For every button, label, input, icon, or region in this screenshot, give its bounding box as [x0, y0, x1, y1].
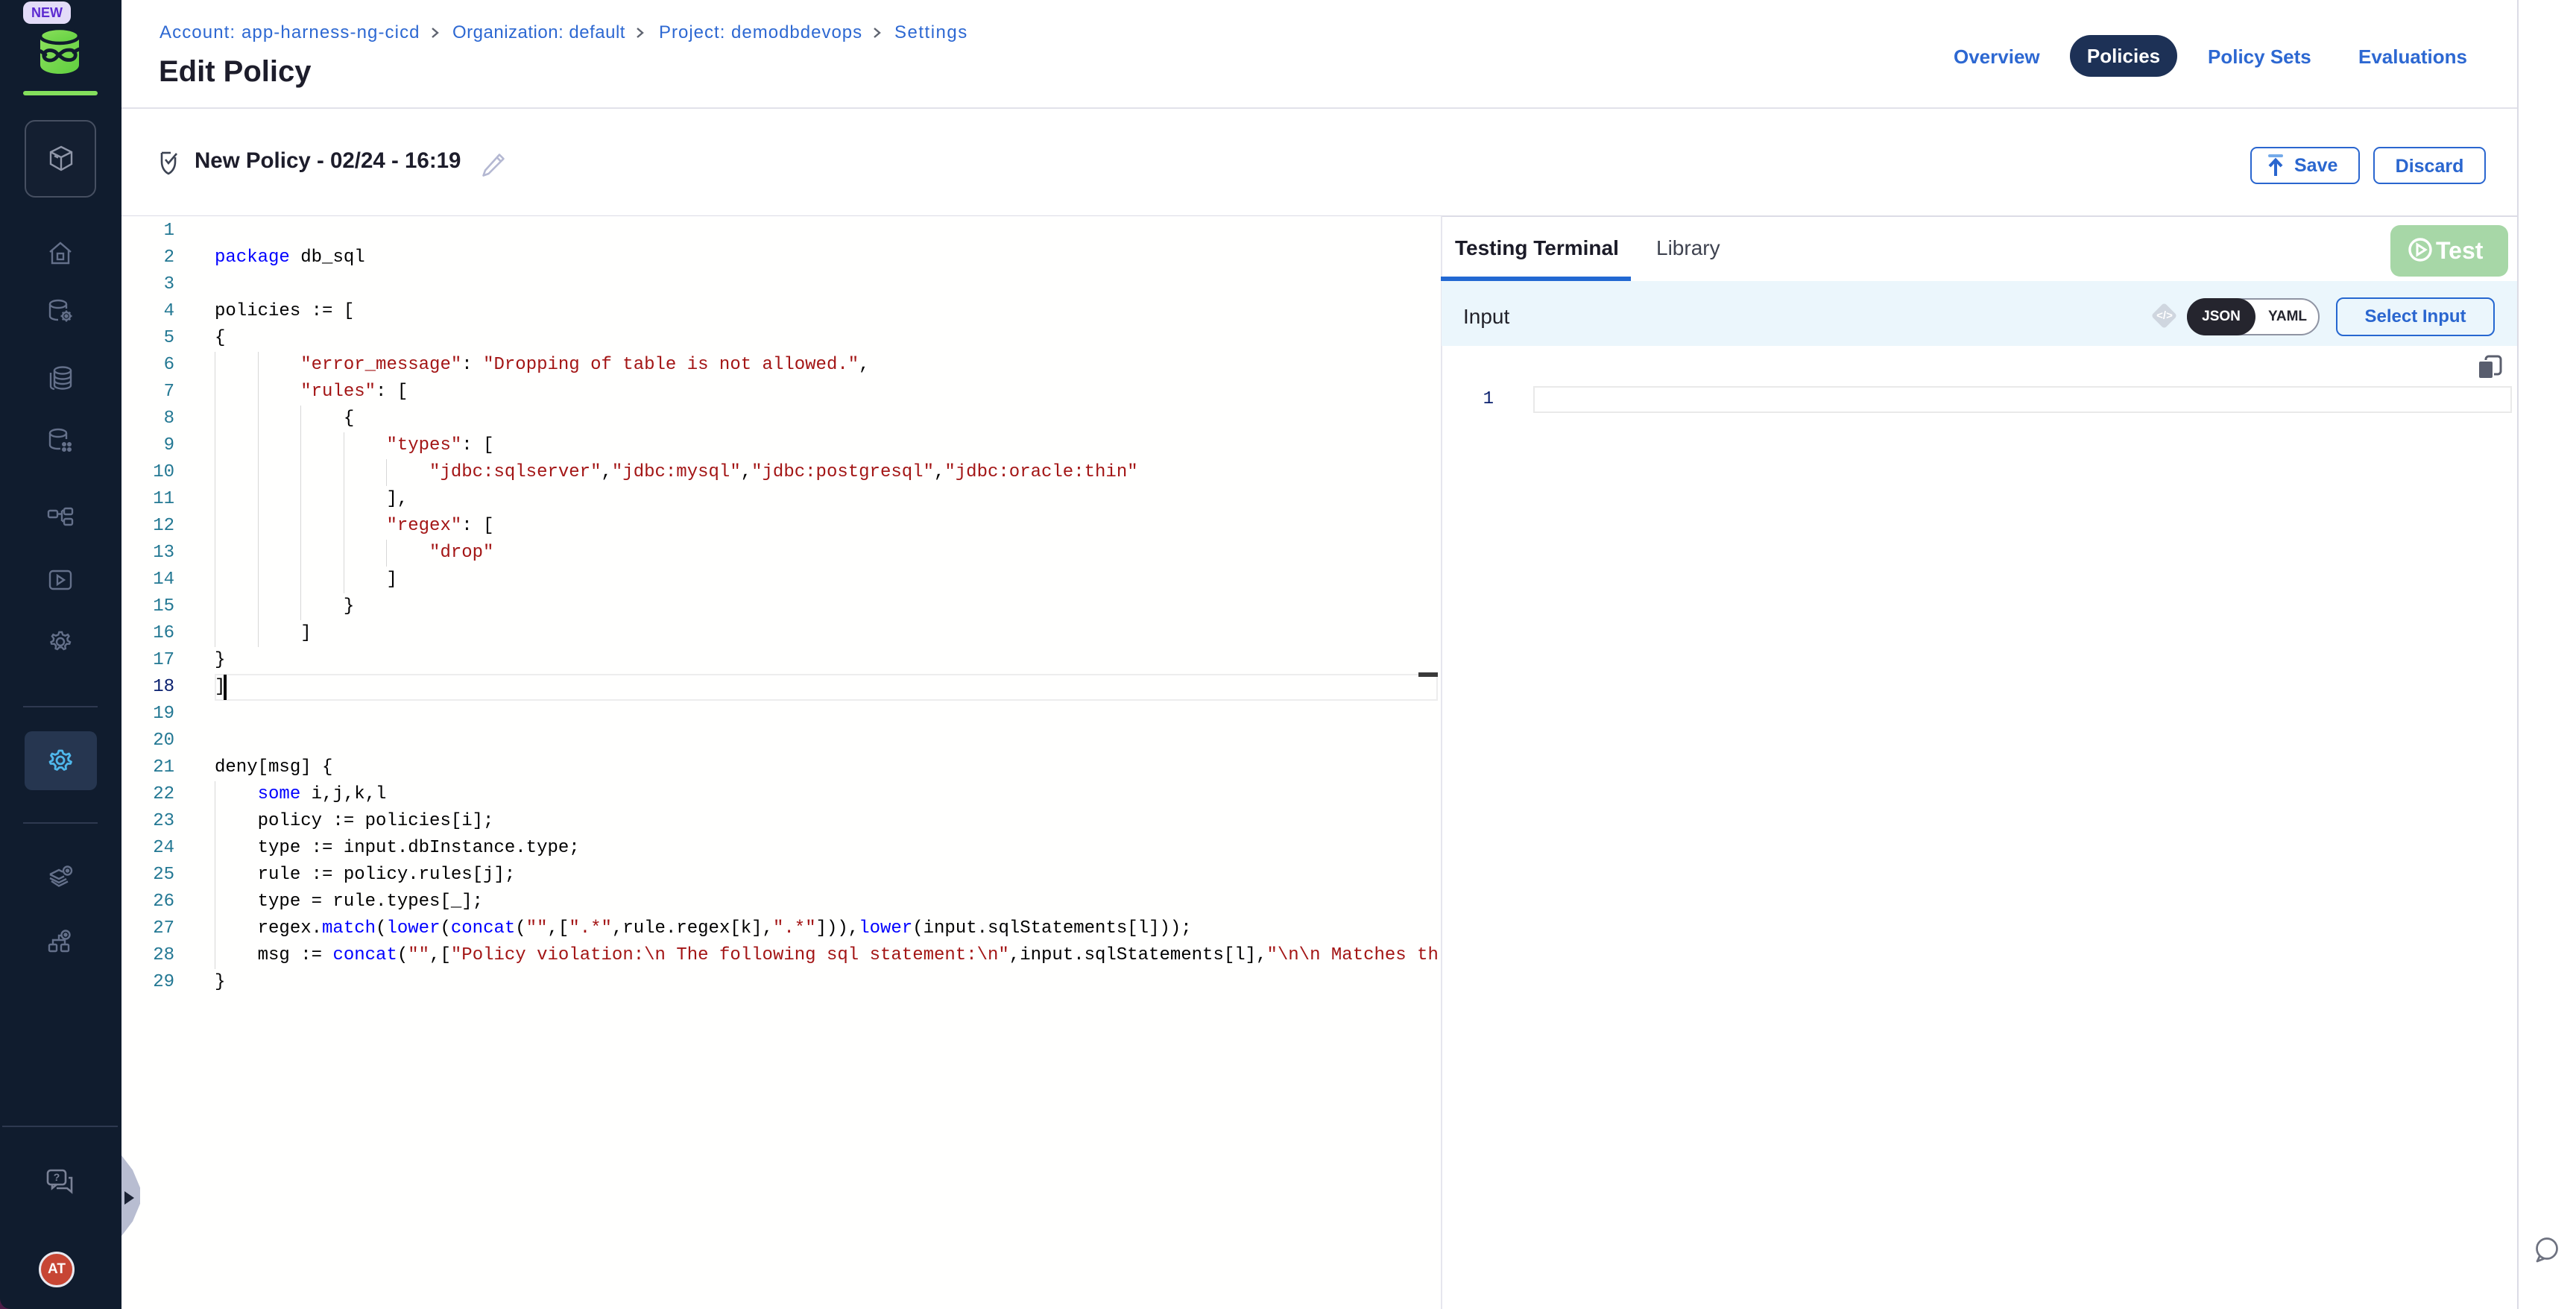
svg-text:?: ?	[54, 1171, 60, 1183]
